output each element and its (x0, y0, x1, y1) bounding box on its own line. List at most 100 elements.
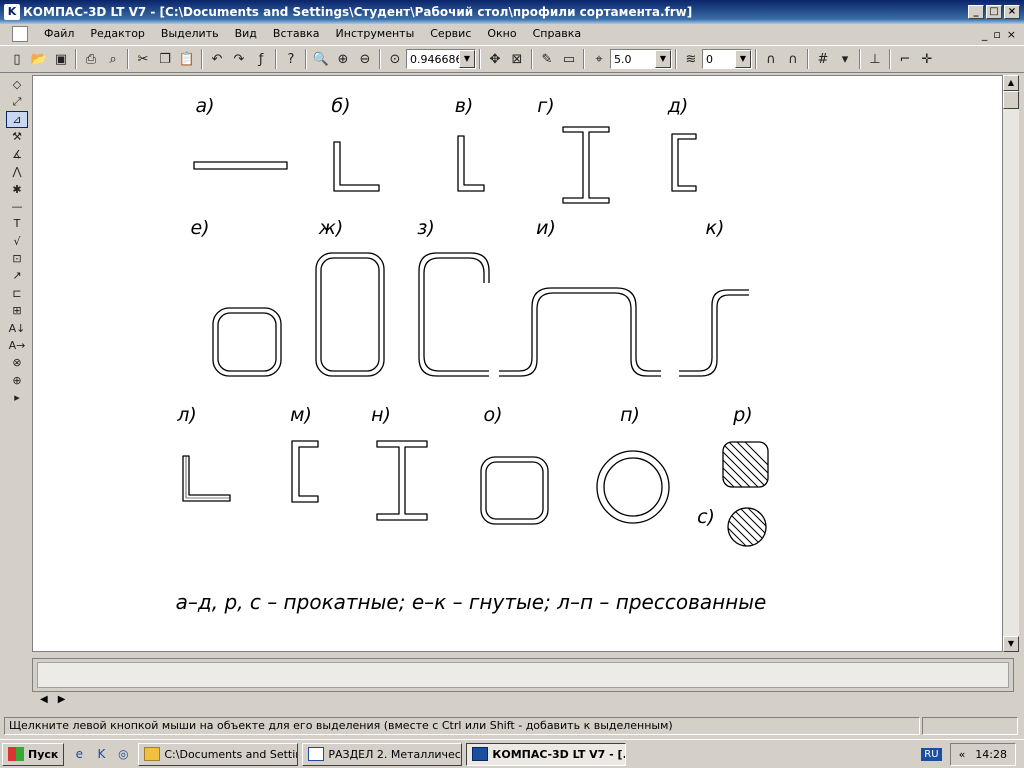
zoom-window-icon[interactable]: 🔍 (310, 48, 332, 70)
menu-view[interactable]: Вид (227, 24, 265, 44)
kompas-icon[interactable]: K (4, 4, 20, 20)
document-icon[interactable] (12, 26, 28, 42)
nav-left-icon[interactable]: ◀ (40, 694, 48, 705)
print-icon[interactable]: ⎙ (80, 48, 102, 70)
dimension-icon[interactable]: ⤢ (6, 93, 28, 110)
scroll-up-icon[interactable]: ▲ (1003, 75, 1019, 91)
task-label: КОМПАС-3D LT V7 - [... (492, 747, 627, 761)
mdi-minimize-button[interactable]: _ (982, 28, 988, 41)
property-panel-body[interactable] (37, 662, 1009, 688)
drawing-canvas[interactable]: а) б) в) г) д) е) ж) з) и) к) л) м) н) о… (32, 75, 1003, 652)
tray-chevron[interactable]: « (959, 748, 966, 761)
zoom-out-icon[interactable]: ⊖ (354, 48, 376, 70)
grid-menu-icon[interactable]: ▾ (834, 48, 856, 70)
snap-magnet-icon[interactable]: ∩ (760, 48, 782, 70)
label-m: м) (290, 404, 312, 426)
target-icon[interactable]: ⊕ (6, 372, 28, 389)
zoom-combo[interactable]: 0.946686 ▼ (406, 49, 476, 69)
copy-icon[interactable]: ❐ (154, 48, 176, 70)
label-k: к) (706, 217, 725, 239)
menu-select[interactable]: Выделить (153, 24, 227, 44)
local-snap-icon[interactable]: ∩ (782, 48, 804, 70)
measure-icon[interactable]: ⋀ (6, 163, 28, 180)
menu-service[interactable]: Сервис (422, 24, 479, 44)
profile-extruded-i-beam (376, 440, 428, 521)
cut-icon[interactable]: ✂ (132, 48, 154, 70)
edit-icon[interactable]: ⊿ (6, 110, 28, 129)
mdi-close-button[interactable]: × (1007, 28, 1016, 41)
undo-icon[interactable]: ↶ (206, 48, 228, 70)
menu-help[interactable]: Справка (525, 24, 589, 44)
label-r: р) (732, 404, 752, 426)
geometry-icon[interactable]: ◇ (6, 76, 28, 93)
section-icon[interactable]: A↓ (6, 319, 28, 336)
zoom-scale-icon[interactable]: ⊙ (384, 48, 406, 70)
layer-combo[interactable]: 0 ▼ (702, 49, 752, 69)
nav-right-icon[interactable]: ▶ (58, 694, 66, 705)
profile-extruded-square-tube (480, 456, 549, 525)
menu-editor[interactable]: Редактор (82, 24, 153, 44)
mdi-restore-button[interactable]: ▫ (993, 28, 1000, 41)
save-icon[interactable]: ▣ (50, 48, 72, 70)
roughness-icon[interactable]: √ (6, 233, 28, 250)
task-word-document[interactable]: РАЗДЕЛ 2. Металличес... (302, 742, 463, 766)
step-combo[interactable]: 5.0 ▼ (610, 49, 672, 69)
scroll-thumb[interactable] (1003, 91, 1019, 109)
new-file-icon[interactable]: ▯ (6, 48, 28, 70)
view-arrow-icon[interactable]: A→ (6, 337, 28, 354)
base-icon[interactable]: ⊡ (6, 250, 28, 267)
task-kompas[interactable]: КОМПАС-3D LT V7 - [... (466, 742, 627, 766)
layers-icon[interactable]: ≋ (680, 48, 702, 70)
chevron-down-icon[interactable]: ▼ (735, 50, 751, 68)
maximize-button[interactable]: □ (986, 5, 1002, 19)
label-o: о) (483, 404, 502, 426)
display-icon[interactable]: ▭ (558, 48, 580, 70)
media-icon[interactable]: ◎ (114, 745, 132, 763)
ortho-icon[interactable]: ⊥ (864, 48, 886, 70)
scroll-down-icon[interactable]: ▼ (1003, 636, 1019, 652)
redraw-icon[interactable]: ✎ (536, 48, 558, 70)
tolerance-icon[interactable]: ⊏ (6, 285, 28, 302)
label-d: д) (667, 95, 689, 117)
language-indicator[interactable]: RU (921, 747, 942, 761)
zoom-in-icon[interactable]: ⊕ (332, 48, 354, 70)
print-preview-icon[interactable]: ⌕ (102, 48, 124, 70)
leader-icon[interactable]: ↗ (6, 267, 28, 284)
text-icon[interactable]: T (6, 215, 28, 232)
vertical-scrollbar[interactable]: ▲ ▼ (1003, 75, 1019, 652)
open-folder-icon[interactable]: 📂 (28, 48, 50, 70)
grid-icon[interactable]: # (812, 48, 834, 70)
menu-file[interactable]: Файл (36, 24, 82, 44)
chevron-down-icon[interactable]: ▼ (655, 50, 671, 68)
table-icon[interactable]: ⊞ (6, 302, 28, 319)
step-icon[interactable]: ⌖ (588, 48, 610, 70)
profile-square-bar (722, 441, 769, 488)
chevron-down-icon[interactable]: ▼ (459, 50, 475, 68)
function-icon[interactable]: ƒ (250, 48, 272, 70)
round-icon[interactable]: ⌐ (894, 48, 916, 70)
parametrize-icon[interactable]: ∡ (6, 146, 28, 163)
menu-insert[interactable]: Вставка (265, 24, 328, 44)
label-b: б) (331, 95, 350, 117)
menu-window[interactable]: Окно (479, 24, 524, 44)
start-button[interactable]: Пуск (2, 742, 65, 766)
menu-tools[interactable]: Инструменты (328, 24, 423, 44)
pan-icon[interactable]: ✥ (484, 48, 506, 70)
show-all-icon[interactable]: ⊠ (506, 48, 528, 70)
help-pointer-icon[interactable]: ? (280, 48, 302, 70)
minimize-button[interactable]: _ (968, 5, 984, 19)
status-bar: Щелкните левой кнопкой мыши на объекте д… (4, 717, 1018, 735)
select-icon[interactable]: ✱ (6, 180, 28, 197)
expand-panel-icon[interactable]: ▸ (6, 389, 28, 406)
close-button[interactable]: × (1004, 5, 1020, 19)
internet-explorer-icon[interactable]: e (70, 745, 88, 763)
label-e: е) (190, 217, 209, 239)
node-icon[interactable]: ⊗ (6, 354, 28, 371)
task-explorer[interactable]: C:\Documents and Settin... (138, 742, 299, 766)
profile-channel (671, 133, 697, 192)
paste-icon[interactable]: 📋 (176, 48, 198, 70)
kompas-launch-icon[interactable]: K (92, 745, 110, 763)
hammer-icon[interactable]: ⚒ (6, 128, 28, 145)
redo-icon[interactable]: ↷ (228, 48, 250, 70)
axis-icon[interactable]: ✛ (916, 48, 938, 70)
